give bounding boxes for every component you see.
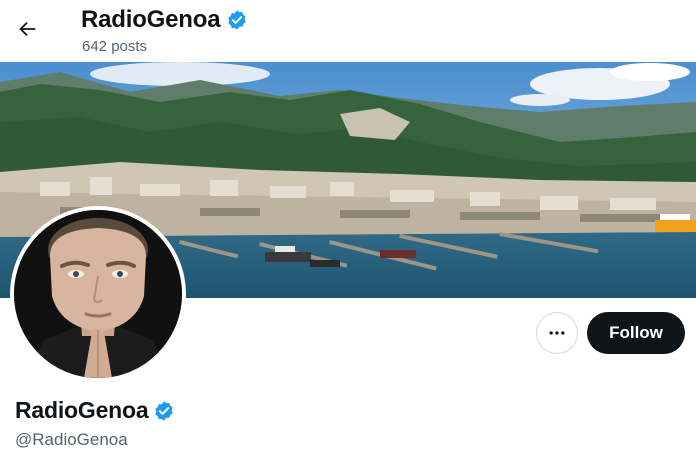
more-options-button[interactable] <box>536 312 578 354</box>
profile-name-row: RadioGenoa <box>15 397 175 424</box>
verified-badge-icon[interactable] <box>153 400 175 422</box>
header-title: RadioGenoa <box>81 6 221 33</box>
follow-button[interactable]: Follow <box>587 312 685 354</box>
avatar-image <box>14 210 182 378</box>
top-bar: RadioGenoa 642 posts <box>0 0 696 62</box>
more-horizontal-icon <box>549 331 565 335</box>
display-name: RadioGenoa <box>15 397 149 423</box>
header-title-row: RadioGenoa <box>81 6 248 34</box>
profile-avatar[interactable] <box>10 206 186 382</box>
verified-badge-icon <box>228 10 246 30</box>
back-button[interactable] <box>12 14 42 44</box>
arrow-left-icon <box>19 21 36 37</box>
posts-count: 642 posts <box>82 38 148 55</box>
user-handle: @RadioGenoa <box>15 430 128 449</box>
